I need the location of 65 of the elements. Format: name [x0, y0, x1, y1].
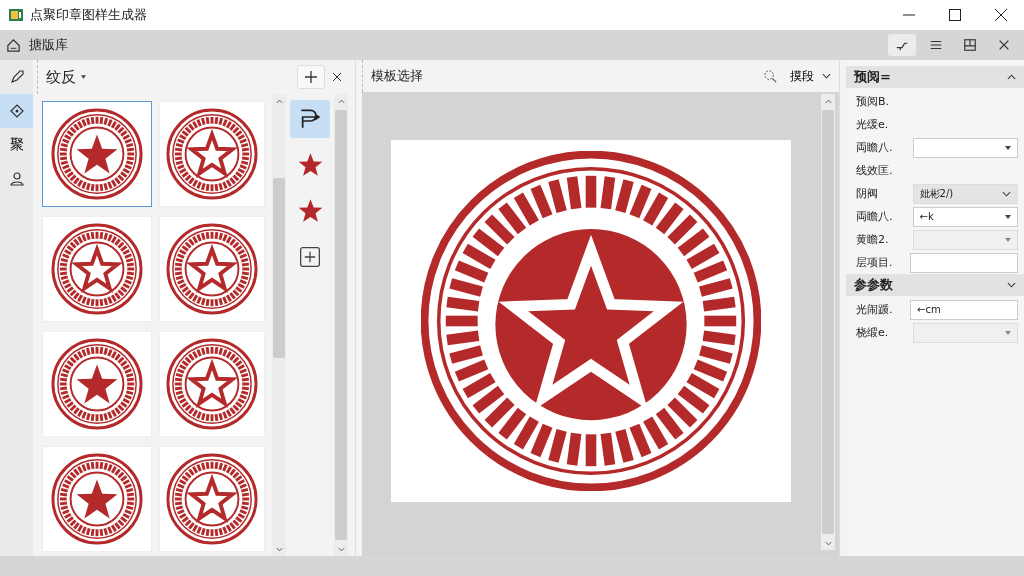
chevron-up-icon	[337, 98, 345, 104]
property-label: 光闹踬.	[856, 302, 894, 317]
app-logo-icon	[8, 7, 24, 23]
stamp-icon	[300, 109, 320, 129]
chevron-down-icon	[824, 540, 832, 546]
maximize-icon	[949, 9, 961, 21]
scrollbar-thumb[interactable]	[822, 110, 834, 534]
caret-icon[interactable]	[81, 75, 86, 79]
property-label: 両瞻八.	[856, 140, 894, 155]
rail-tab[interactable]: 聚	[0, 128, 33, 162]
add-box-icon	[300, 247, 320, 267]
select-field[interactable]	[912, 137, 1018, 158]
chevron-down-icon	[337, 546, 345, 552]
chevron-icon[interactable]	[1007, 74, 1016, 80]
stamp-tool-button[interactable]	[290, 100, 330, 138]
property-label: 线效匡.	[856, 163, 894, 178]
property-label: 预阅B.	[856, 94, 891, 109]
zoom-icon[interactable]	[763, 68, 778, 84]
section-header[interactable]: 参参数	[846, 274, 1024, 296]
tag-icon	[8, 103, 25, 119]
toolbar-title: 搪版库	[29, 36, 68, 54]
minimize-icon	[903, 14, 915, 16]
section-title: 预阅=	[854, 68, 891, 86]
close-icon	[995, 9, 1007, 21]
caret-icon	[1005, 145, 1011, 150]
home-icon[interactable]	[6, 37, 21, 53]
preview-title: 模板选择	[371, 67, 423, 85]
chevron-icon[interactable]	[1007, 282, 1016, 288]
scrollbar-thumb[interactable]	[273, 178, 285, 358]
property-label: 桡缎e.	[856, 325, 890, 340]
input-field[interactable]	[910, 252, 1018, 273]
chevron-up-icon	[275, 98, 283, 104]
chevron-up-icon	[824, 98, 832, 104]
close-icon	[333, 73, 341, 81]
section-header[interactable]: 预阅=	[846, 66, 1024, 88]
select-field[interactable]: ←k	[912, 206, 1018, 227]
property-label: 层项目.	[856, 255, 894, 270]
pin-button[interactable]	[888, 34, 916, 56]
stamp-thumbnail[interactable]	[42, 101, 152, 207]
scrollbar-thumb[interactable]	[335, 110, 347, 540]
chevron-down-icon	[275, 546, 283, 552]
caret-icon	[1005, 214, 1011, 219]
library-title[interactable]: 纹反	[46, 67, 76, 87]
select-field[interactable]: 妣彬2/)	[912, 183, 1018, 204]
close-icon	[997, 38, 1011, 52]
property-label: 黄瞻2.	[856, 232, 890, 247]
chevron-down-icon	[822, 73, 831, 79]
star-icon	[297, 199, 323, 223]
chevron-down-icon	[1002, 190, 1011, 197]
property-label: 光缓e.	[856, 117, 890, 132]
caret-icon	[1005, 237, 1011, 242]
add-button[interactable]	[297, 65, 325, 89]
menu-icon	[929, 38, 943, 52]
tag-tab[interactable]	[0, 94, 33, 128]
person-icon	[8, 171, 25, 187]
caret-icon	[1005, 330, 1011, 335]
window-title: 点聚印章图样生成器	[30, 6, 147, 24]
property-label: 両瞻八.	[856, 209, 894, 224]
property-label: 阴阀	[856, 186, 879, 201]
section-title: 参参数	[854, 276, 893, 294]
plus-icon	[305, 71, 317, 83]
view-dropdown[interactable]: 摸段	[790, 67, 831, 85]
star-icon	[297, 153, 323, 177]
book-icon	[963, 38, 977, 52]
input-field[interactable]: ←cm	[910, 299, 1018, 320]
